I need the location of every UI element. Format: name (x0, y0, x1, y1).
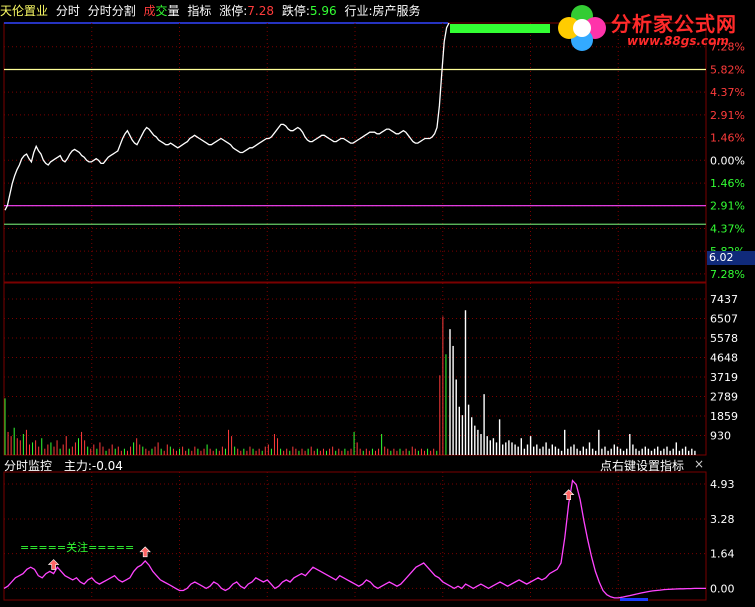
volume-axis-tick: 6507 (710, 313, 738, 326)
flower-logo-icon (558, 5, 606, 51)
limit-up-value: 7.28 (247, 4, 275, 18)
menu-intraday[interactable]: 分时 (56, 4, 80, 18)
current-price-box: 6.02 (707, 251, 755, 265)
volume-axis-tick: 930 (710, 429, 731, 442)
price-axis-tick: 7.28% (710, 268, 745, 281)
volume-axis-tick: 5578 (710, 332, 738, 345)
volume-axis-tick: 3719 (710, 371, 738, 384)
stock-name: 天伦置业 (0, 4, 49, 18)
indicator-axis-tick: 0.00 (710, 582, 735, 595)
indicator-axis-tick: 3.28 (710, 513, 735, 526)
volume-panel-frame (3, 282, 707, 456)
indicator-header: 分时监控 主力:-0.04 (4, 457, 123, 474)
price-line (4, 22, 450, 211)
chart-stage: 7.28% 5.82% 4.37% 2.91% 1.46% 0.00% 1.46% 2.91%… (0, 0, 755, 603)
volume-axis-tick: 7437 (710, 293, 738, 306)
close-icon[interactable]: × (694, 457, 704, 471)
price-axis-tick: 4.37% (710, 86, 745, 99)
chart-svg: 7.28% 5.82% 4.37% 2.91% 1.46% 0.00% 1.46% 2.91%… (3, 22, 745, 601)
price-axis-tick: 1.46% (710, 132, 745, 145)
volume-axis-tick: 1859 (710, 410, 738, 423)
logo-title: 分析家公式网 (611, 12, 737, 36)
menu-indicator[interactable]: 指标 (187, 4, 211, 18)
limit-up-label: 涨停: (219, 4, 248, 18)
menu-volume-char-1: 成 (143, 4, 156, 18)
menu-volume[interactable]: 成交量 (144, 4, 180, 18)
menu-volume-char-3: 量 (167, 4, 180, 18)
indicator-axis-tick: 4.93 (710, 478, 735, 491)
price-axis-tick: 4.37% (710, 222, 745, 235)
scroll-indicator (620, 598, 648, 601)
indicator-legend: 主力:-0.04 (63, 459, 123, 473)
top-toolbar: 天伦置业 分时 分时分割 成交量 指标 涨停:7.28 跌停:5.96 行业:房… (0, 0, 560, 22)
limit-down-label: 跌停: (281, 4, 310, 18)
volume-axis-tick: 2789 (710, 390, 738, 403)
indicator-title[interactable]: 分时监控 (4, 459, 52, 473)
signal-arrow-icon (562, 489, 575, 501)
attention-label: =====关注===== (20, 541, 135, 554)
price-axis-tick: 0.00% (710, 154, 745, 167)
industry-label: 行业: (344, 4, 373, 18)
menu-volume-char-2: 交 (155, 4, 168, 18)
logo-url: www.88gs.com (627, 34, 729, 48)
price-axis-tick: 1.46% (710, 177, 745, 190)
site-logo: 分析家公式网 www.88gs.com (555, 2, 751, 54)
menu-intraday-split[interactable]: 分时分割 (88, 4, 136, 18)
indicator-axis-tick: 1.64 (710, 548, 735, 561)
signal-arrow-icon (139, 546, 151, 558)
limit-down-value: 5.96 (309, 4, 337, 18)
indicator-hint[interactable]: 点右键设置指标 (600, 457, 684, 474)
price-axis-tick: 2.91% (710, 200, 745, 213)
volume-axis-tick: 4648 (710, 352, 738, 365)
price-axis-tick: 5.82% (710, 63, 745, 76)
limit-up-bar (450, 24, 550, 33)
price-axis-tick: 2.91% (710, 109, 745, 122)
industry-value: 房产服务 (372, 4, 421, 18)
